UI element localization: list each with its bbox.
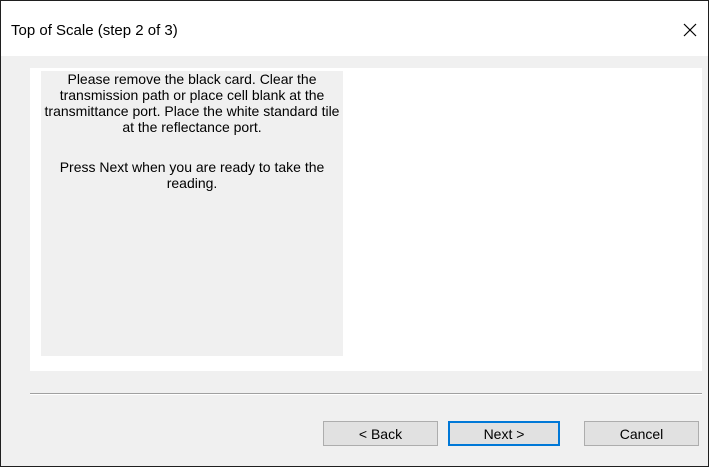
wizard-dialog: Top of Scale (step 2 of 3) Please remove…: [0, 0, 709, 467]
back-button[interactable]: < Back: [323, 421, 438, 446]
window-title: Top of Scale (step 2 of 3): [11, 22, 178, 39]
title-bar: Top of Scale (step 2 of 3): [1, 1, 708, 56]
instruction-text: Please remove the black card. Clear the …: [44, 71, 340, 135]
next-button[interactable]: Next >: [448, 421, 560, 446]
content-panel: Please remove the black card. Clear the …: [30, 68, 702, 371]
close-button[interactable]: [672, 13, 708, 47]
ready-prompt-text: Press Next when you are ready to take th…: [59, 159, 325, 191]
close-icon: [683, 23, 697, 37]
instruction-box: Please remove the black card. Clear the …: [41, 71, 343, 356]
cancel-button[interactable]: Cancel: [584, 421, 699, 446]
separator-line: [30, 393, 702, 395]
